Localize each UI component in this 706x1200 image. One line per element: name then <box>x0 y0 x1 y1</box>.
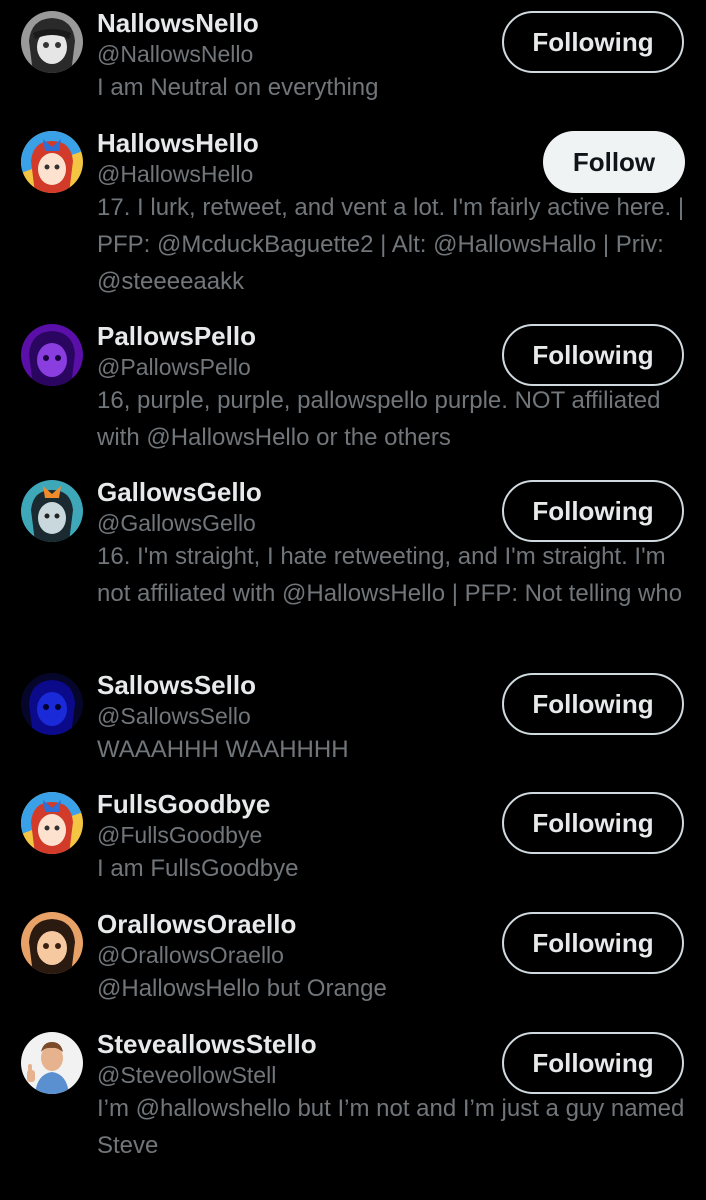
following-button[interactable]: Following <box>502 912 684 974</box>
following-button[interactable]: Following <box>502 792 684 854</box>
user-name[interactable]: NallowsNello <box>97 8 259 39</box>
avatar-orange-icon <box>21 912 83 974</box>
user-bio: @HallowsHello but Orange <box>97 975 387 1002</box>
user-bio: 16. I'm straight, I hate retweeting, and… <box>97 543 683 607</box>
user-handle[interactable]: @OrallowsOraello <box>97 942 284 969</box>
user-handle[interactable]: @NallowsNello <box>97 41 253 68</box>
avatar-photo-icon <box>21 1032 83 1094</box>
user-handle[interactable]: @GallowsGello <box>97 510 256 537</box>
user-name[interactable]: OrallowsOraello <box>97 909 296 940</box>
avatar[interactable] <box>21 1032 83 1094</box>
following-button[interactable]: Following <box>502 673 684 735</box>
avatar-colorful-icon <box>21 131 83 193</box>
avatar[interactable] <box>21 131 83 193</box>
following-button[interactable]: Following <box>502 324 684 386</box>
user-handle[interactable]: @PallowsPello <box>97 354 251 381</box>
user-bio: WAAAHHH WAAHHHH <box>97 736 349 763</box>
user-bio: 16, purple, purple, pallowspello purple.… <box>97 387 661 451</box>
user-bio: I am Neutral on everything <box>97 74 379 101</box>
user-handle[interactable]: @HallowsHello <box>97 161 253 188</box>
avatar[interactable] <box>21 673 83 735</box>
avatar-purple-icon <box>21 324 83 386</box>
user-name[interactable]: PallowsPello <box>97 321 256 352</box>
avatar-colorful-icon <box>21 792 83 854</box>
user-name[interactable]: FullsGoodbye <box>97 789 270 820</box>
user-bio: I’m @hallowshello but I’m not and I’m ju… <box>97 1095 685 1159</box>
avatar[interactable] <box>21 792 83 854</box>
avatar[interactable] <box>21 912 83 974</box>
user-name[interactable]: HallowsHello <box>97 128 259 159</box>
user-handle[interactable]: @SteveollowStell <box>97 1062 276 1089</box>
follow-button[interactable]: Follow <box>543 131 685 193</box>
user-bio: 17. I lurk, retweet, and vent a lot. I'm… <box>97 194 685 295</box>
avatar-teal-icon <box>21 480 83 542</box>
avatar-blue-icon <box>21 673 83 735</box>
following-button[interactable]: Following <box>502 480 684 542</box>
user-bio: I am FullsGoodbye <box>97 855 299 882</box>
user-handle[interactable]: @FullsGoodbye <box>97 822 262 849</box>
user-name[interactable]: SteveallowsStello <box>97 1029 317 1060</box>
avatar[interactable] <box>21 480 83 542</box>
user-handle[interactable]: @SallowsSello <box>97 703 251 730</box>
following-button[interactable]: Following <box>502 11 684 73</box>
following-button[interactable]: Following <box>502 1032 684 1094</box>
avatar[interactable] <box>21 324 83 386</box>
user-name[interactable]: SallowsSello <box>97 670 256 701</box>
user-name[interactable]: GallowsGello <box>97 477 262 508</box>
avatar[interactable] <box>21 11 83 73</box>
avatar-grey-icon <box>21 11 83 73</box>
